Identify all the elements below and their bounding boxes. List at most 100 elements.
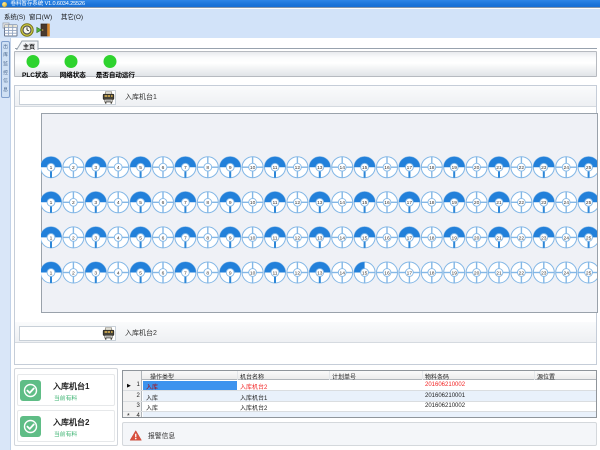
svg-text:7: 7 (184, 165, 187, 171)
svg-text:9: 9 (229, 165, 232, 171)
svg-text:6: 6 (162, 165, 165, 171)
svg-text:23: 23 (541, 165, 547, 171)
svg-text:22: 22 (519, 165, 525, 171)
svg-text:9: 9 (229, 200, 232, 206)
svg-text:23: 23 (541, 200, 547, 206)
svg-text:3: 3 (94, 200, 97, 206)
svg-text:23: 23 (541, 235, 547, 241)
svg-text:17: 17 (407, 235, 413, 241)
svg-text:16: 16 (384, 270, 390, 276)
svg-text:21: 21 (496, 235, 502, 241)
svg-text:3: 3 (94, 165, 97, 171)
svg-text:7: 7 (184, 235, 187, 241)
svg-text:11: 11 (272, 165, 277, 171)
svg-text:22: 22 (519, 235, 525, 241)
svg-text:3: 3 (94, 235, 97, 241)
svg-text:16: 16 (384, 165, 390, 171)
svg-text:12: 12 (295, 235, 301, 241)
svg-text:13: 13 (317, 270, 323, 276)
svg-text:20: 20 (474, 165, 480, 171)
svg-text:17: 17 (407, 165, 413, 171)
svg-text:11: 11 (272, 235, 277, 241)
svg-text:5: 5 (139, 200, 142, 206)
svg-text:6: 6 (162, 235, 165, 241)
svg-text:9: 9 (229, 270, 232, 276)
svg-text:4: 4 (117, 270, 120, 276)
svg-text:16: 16 (384, 200, 390, 206)
svg-text:13: 13 (317, 200, 323, 206)
svg-text:10: 10 (250, 270, 256, 276)
svg-text:4: 4 (117, 200, 120, 206)
svg-text:2: 2 (72, 200, 75, 206)
svg-text:1: 1 (50, 235, 53, 241)
svg-text:10: 10 (250, 165, 256, 171)
svg-text:20: 20 (474, 200, 480, 206)
svg-text:8: 8 (206, 200, 209, 206)
svg-text:5: 5 (139, 270, 142, 276)
svg-text:2: 2 (72, 235, 75, 241)
svg-text:19: 19 (451, 165, 457, 171)
svg-text:22: 22 (519, 270, 525, 276)
svg-text:18: 18 (429, 270, 435, 276)
svg-text:1: 1 (50, 200, 53, 206)
svg-text:1: 1 (50, 165, 53, 171)
svg-text:24: 24 (563, 270, 569, 276)
svg-text:12: 12 (295, 270, 301, 276)
svg-text:15: 15 (362, 200, 368, 206)
svg-text:22: 22 (519, 200, 525, 206)
svg-text:17: 17 (407, 270, 413, 276)
svg-text:20: 20 (474, 270, 480, 276)
svg-text:8: 8 (206, 235, 209, 241)
svg-text:14: 14 (339, 200, 345, 206)
svg-text:5: 5 (139, 165, 142, 171)
svg-text:15: 15 (362, 165, 368, 171)
svg-text:13: 13 (317, 165, 323, 171)
svg-text:19: 19 (451, 235, 457, 241)
svg-text:19: 19 (451, 270, 457, 276)
svg-text:21: 21 (496, 200, 502, 206)
svg-text:15: 15 (362, 235, 368, 241)
svg-text:25: 25 (586, 165, 592, 171)
svg-text:24: 24 (563, 200, 569, 206)
svg-text:11: 11 (272, 200, 277, 206)
svg-text:15: 15 (362, 270, 368, 276)
svg-text:6: 6 (162, 270, 165, 276)
svg-text:21: 21 (496, 270, 502, 276)
svg-text:8: 8 (206, 165, 209, 171)
svg-text:24: 24 (563, 235, 569, 241)
svg-text:4: 4 (117, 235, 120, 241)
svg-text:21: 21 (496, 165, 502, 171)
svg-text:6: 6 (162, 200, 165, 206)
svg-text:25: 25 (586, 235, 592, 241)
svg-text:2: 2 (72, 270, 75, 276)
svg-text:2: 2 (72, 165, 75, 171)
svg-text:20: 20 (474, 235, 480, 241)
svg-text:14: 14 (339, 165, 345, 171)
svg-text:12: 12 (295, 200, 301, 206)
svg-text:3: 3 (94, 270, 97, 276)
svg-text:11: 11 (272, 270, 277, 276)
svg-text:18: 18 (429, 165, 435, 171)
svg-text:4: 4 (117, 165, 120, 171)
svg-text:14: 14 (339, 235, 345, 241)
svg-text:12: 12 (295, 165, 301, 171)
svg-text:7: 7 (184, 270, 187, 276)
svg-text:24: 24 (563, 165, 569, 171)
svg-text:7: 7 (184, 200, 187, 206)
svg-text:19: 19 (451, 200, 457, 206)
svg-text:23: 23 (541, 270, 547, 276)
svg-text:25: 25 (586, 270, 592, 276)
svg-text:10: 10 (250, 200, 256, 206)
svg-text:16: 16 (384, 235, 390, 241)
svg-text:9: 9 (229, 235, 232, 241)
svg-text:13: 13 (317, 235, 323, 241)
svg-text:14: 14 (339, 270, 345, 276)
svg-text:8: 8 (206, 270, 209, 276)
svg-text:25: 25 (586, 200, 592, 206)
svg-text:1: 1 (50, 270, 53, 276)
svg-text:18: 18 (429, 235, 435, 241)
svg-text:5: 5 (139, 235, 142, 241)
svg-text:17: 17 (407, 200, 413, 206)
svg-text:10: 10 (250, 235, 256, 241)
svg-text:18: 18 (429, 200, 435, 206)
